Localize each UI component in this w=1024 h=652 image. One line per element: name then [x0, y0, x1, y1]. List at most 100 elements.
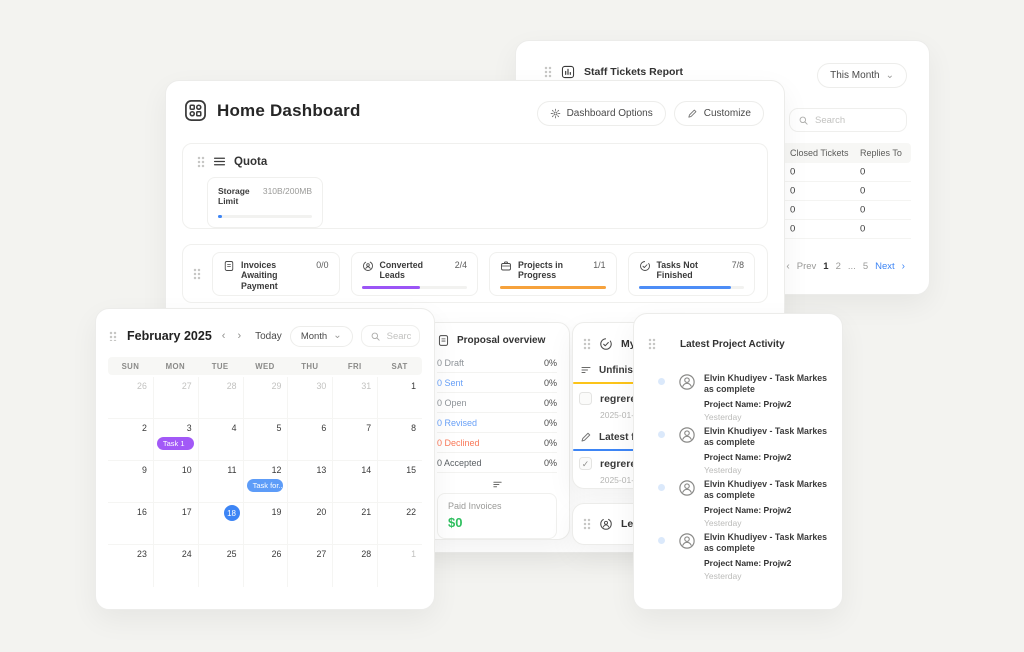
calendar-day-cell[interactable]: 29 — [243, 377, 288, 419]
day-number[interactable]: 9 — [142, 465, 147, 475]
stat-card[interactable]: Tasks Not Finished 7/8 — [628, 252, 756, 296]
calendar-day-cell[interactable]: 25 — [198, 545, 243, 587]
calendar-day-cell[interactable]: 23 — [108, 545, 153, 587]
day-number[interactable]: 23 — [137, 549, 147, 559]
prev-button[interactable]: Prev — [797, 261, 817, 272]
day-number[interactable]: 27 — [182, 381, 192, 391]
checkbox-checked-icon[interactable]: ✓ — [579, 457, 592, 470]
day-number[interactable]: 8 — [411, 423, 416, 433]
calendar-day-cell[interactable]: 15 — [377, 461, 422, 503]
calendar-day-cell[interactable]: 3 Task 1 — [153, 419, 198, 461]
day-number[interactable]: 17 — [182, 507, 192, 517]
calendar-day-cell[interactable]: 26 — [108, 377, 153, 419]
day-number[interactable]: 7 — [366, 423, 371, 433]
calendar-day-cell[interactable]: 26 — [243, 545, 288, 587]
view-dropdown[interactable]: Month ⌄ — [290, 326, 353, 347]
calendar-day-cell[interactable]: 14 — [332, 461, 377, 503]
calendar-day-cell[interactable]: 20 — [287, 503, 332, 545]
drag-handle-icon[interactable] — [648, 338, 656, 350]
day-number[interactable]: 5 — [277, 423, 282, 433]
calendar-day-cell[interactable]: 24 — [153, 545, 198, 587]
day-number[interactable]: 22 — [406, 507, 416, 517]
calendar-day-cell[interactable]: 8 — [377, 419, 422, 461]
day-number[interactable]: 13 — [316, 465, 326, 475]
day-number[interactable]: 19 — [272, 507, 282, 517]
period-dropdown[interactable]: This Month ⌄ — [817, 63, 907, 88]
drag-handle-icon[interactable] — [583, 518, 591, 530]
calendar-day-cell[interactable]: 22 — [377, 503, 422, 545]
calendar-day-cell[interactable]: 5 — [243, 419, 288, 461]
day-number[interactable]: 26 — [272, 549, 282, 559]
day-number[interactable]: 1 — [411, 381, 416, 391]
calendar-day-cell[interactable]: 18 — [198, 503, 243, 545]
proposal-row[interactable]: 0 Revised 0% — [437, 413, 557, 433]
calendar-day-cell[interactable]: 12 Task for... — [243, 461, 288, 503]
drag-handle-icon[interactable] — [193, 268, 201, 280]
day-number[interactable]: 20 — [316, 507, 326, 517]
stat-card[interactable]: Projects in Progress 1/1 — [489, 252, 617, 296]
prev-month-icon[interactable]: ‹ — [220, 330, 228, 342]
day-number[interactable]: 12 — [272, 465, 282, 475]
drag-handle-icon[interactable] — [583, 338, 591, 350]
stat-card[interactable]: Invoices Awaiting Payment 0/0 — [212, 252, 340, 296]
selected-day[interactable]: 18 — [224, 505, 240, 521]
day-number[interactable]: 15 — [406, 465, 416, 475]
checkbox-unchecked-icon[interactable] — [579, 392, 592, 405]
stat-card[interactable]: Converted Leads 2/4 — [351, 252, 479, 296]
calendar-day-cell[interactable]: 1 — [377, 545, 422, 587]
day-number[interactable]: 29 — [272, 381, 282, 391]
proposal-row[interactable]: 0 Accepted 0% — [437, 453, 557, 473]
proposal-row[interactable]: 0 Sent 0% — [437, 373, 557, 393]
calendar-day-cell[interactable]: 10 — [153, 461, 198, 503]
calendar-day-cell[interactable]: 31 — [332, 377, 377, 419]
today-button[interactable]: Today — [255, 331, 282, 342]
drag-handle-icon[interactable] — [109, 331, 117, 341]
prev-arrow-icon[interactable]: ‹ — [786, 262, 789, 272]
day-number[interactable]: 11 — [227, 465, 236, 475]
calendar-day-cell[interactable]: 11 — [198, 461, 243, 503]
day-number[interactable]: 21 — [361, 507, 371, 517]
calendar-day-cell[interactable]: 17 — [153, 503, 198, 545]
day-number[interactable]: 4 — [232, 423, 237, 433]
calendar-day-cell[interactable]: 28 — [198, 377, 243, 419]
calendar-day-cell[interactable]: 16 — [108, 503, 153, 545]
calendar-day-cell[interactable]: 21 — [332, 503, 377, 545]
staff-search-input[interactable] — [789, 108, 907, 132]
next-button[interactable]: Next — [875, 261, 895, 272]
drag-handle-icon[interactable] — [544, 66, 552, 78]
day-number[interactable]: 31 — [361, 381, 371, 391]
drag-handle-icon[interactable] — [197, 156, 205, 168]
calendar-day-cell[interactable]: 30 — [287, 377, 332, 419]
day-number[interactable]: 10 — [182, 465, 192, 475]
calendar-day-cell[interactable]: 28 — [332, 545, 377, 587]
calendar-day-cell[interactable]: 4 — [198, 419, 243, 461]
calendar-day-cell[interactable]: 19 — [243, 503, 288, 545]
day-number[interactable]: 1 — [411, 549, 416, 559]
day-number[interactable]: 2 — [142, 423, 147, 433]
calendar-day-cell[interactable]: 6 — [287, 419, 332, 461]
day-number[interactable]: 30 — [316, 381, 326, 391]
day-number[interactable]: 28 — [361, 549, 371, 559]
page-number[interactable]: 1 — [823, 261, 828, 272]
day-number[interactable]: 16 — [137, 507, 147, 517]
calendar-task-pill[interactable]: Task for... — [247, 479, 284, 492]
day-number[interactable]: 3 — [187, 423, 192, 433]
customize-button[interactable]: Customize — [674, 101, 764, 126]
dashboard-options-button[interactable]: Dashboard Options — [537, 101, 666, 126]
proposal-row[interactable]: 0 Declined 0% — [437, 433, 557, 453]
day-number[interactable]: 25 — [227, 549, 237, 559]
page-number[interactable]: ... — [848, 261, 856, 272]
calendar-day-cell[interactable]: 9 — [108, 461, 153, 503]
sort-list-icon[interactable] — [492, 479, 503, 490]
page-number[interactable]: 2 — [836, 261, 841, 272]
calendar-day-cell[interactable]: 1 — [377, 377, 422, 419]
calendar-day-cell[interactable]: 27 — [287, 545, 332, 587]
proposal-row[interactable]: 0 Draft 0% — [437, 353, 557, 373]
next-arrow-icon[interactable]: › — [902, 262, 905, 272]
page-number[interactable]: 5 — [863, 261, 868, 272]
calendar-day-cell[interactable]: 13 — [287, 461, 332, 503]
calendar-search-input[interactable] — [361, 325, 420, 347]
day-number[interactable]: 26 — [137, 381, 147, 391]
calendar-task-pill[interactable]: Task 1 — [157, 437, 194, 450]
calendar-day-cell[interactable]: 2 — [108, 419, 153, 461]
